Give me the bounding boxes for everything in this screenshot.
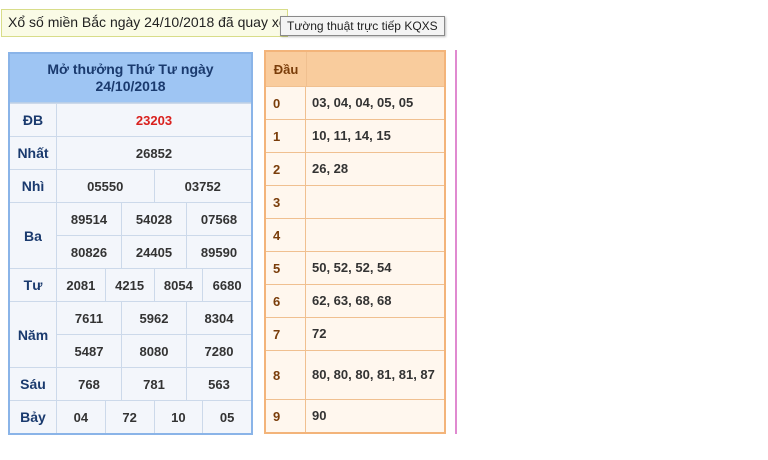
- prize-number: 54028: [121, 203, 186, 235]
- prize-row: ĐB 23203: [10, 103, 251, 136]
- prize-row: Năm 7611 5962 8304 5487 8080 7280: [10, 301, 251, 367]
- dau-row: 4: [266, 218, 444, 251]
- prize-label: Năm: [10, 302, 57, 367]
- dau-header: Đầu: [266, 52, 444, 87]
- dau-row: 7 72: [266, 317, 444, 350]
- prize-label: Nhất: [10, 137, 57, 169]
- prize-number: 781: [121, 368, 186, 400]
- dau-values: [306, 186, 444, 218]
- dau-header-label: Đầu: [266, 52, 307, 86]
- special-prize-number: 23203: [135, 112, 173, 128]
- dau-digit: 8: [266, 351, 306, 399]
- prize-number: 5962: [121, 302, 186, 334]
- divider: [455, 50, 457, 434]
- prize-number: 8304: [186, 302, 251, 334]
- dau-digit: 2: [266, 153, 306, 185]
- dau-values: 90: [312, 408, 327, 423]
- prize-number: 5487: [74, 343, 104, 359]
- status-notice: Xổ số miền Bắc ngày 24/10/2018 đã quay x…: [1, 9, 288, 37]
- dau-digit: 5: [266, 252, 306, 284]
- prize-row: Nhì 05550 03752: [10, 169, 251, 202]
- prize-number: 6680: [202, 269, 251, 301]
- prize-number: 10: [153, 401, 203, 433]
- dau-row: 9 90: [266, 399, 444, 432]
- notice-text: Xổ số miền Bắc ngày 24/10/2018 đã quay x…: [8, 14, 288, 30]
- dau-digit: 0: [266, 87, 306, 119]
- prize-label: Nhì: [10, 170, 57, 202]
- dau-digit: 6: [266, 285, 306, 317]
- prize-row: Nhất 26852: [10, 136, 251, 169]
- tooltip: Tường thuật trực tiếp KQXS: [280, 16, 445, 36]
- prize-number: 26852: [135, 145, 173, 161]
- prize-number: 563: [186, 368, 251, 400]
- prize-number: 2081: [66, 277, 96, 293]
- dau-row: 0 03, 04, 04, 05, 05: [266, 87, 444, 119]
- results-title-line2: 24/10/2018: [95, 78, 166, 94]
- dau-row: 5 50, 52, 52, 54: [266, 251, 444, 284]
- prize-number: 8054: [153, 269, 203, 301]
- tooltip-text: Tường thuật trực tiếp KQXS: [287, 19, 438, 33]
- prize-row: Sáu 768 781 563: [10, 367, 251, 400]
- prize-number: 03752: [153, 170, 252, 202]
- dau-values: 26, 28: [312, 161, 349, 176]
- prize-number: 768: [78, 376, 100, 392]
- prize-number: 89514: [70, 211, 108, 227]
- prize-label: Tư: [10, 269, 57, 301]
- dau-values: [306, 219, 444, 251]
- dau-row: 2 26, 28: [266, 152, 444, 185]
- prize-number: 7280: [186, 335, 251, 367]
- dau-values: 72: [312, 326, 327, 341]
- dau-digit: 1: [266, 120, 306, 152]
- dau-values: 80, 80, 80, 81, 81, 87: [312, 367, 435, 382]
- dau-digit: 7: [266, 318, 306, 350]
- dau-row: 1 10, 11, 14, 15: [266, 119, 444, 152]
- dau-digit: 3: [266, 186, 306, 218]
- prize-number: 04: [73, 409, 89, 425]
- results-title: Mở thưởng Thứ Tư ngày 24/10/2018: [10, 54, 251, 103]
- dau-row: 6 62, 63, 68, 68: [266, 284, 444, 317]
- prize-number: 80826: [70, 244, 108, 260]
- dau-values: 03, 04, 04, 05, 05: [312, 95, 414, 110]
- prize-number: 24405: [121, 236, 186, 268]
- dau-table: Đầu 0 03, 04, 04, 05, 05 1 10, 11, 14, 15 2 2…: [264, 50, 446, 434]
- prize-row: Bảy 04 72 10 05: [10, 400, 251, 433]
- prize-row: Tư 2081 4215 8054 6680: [10, 268, 251, 301]
- dau-digit: 9: [266, 400, 306, 432]
- prize-number: 05: [202, 401, 251, 433]
- prize-number: 07568: [186, 203, 251, 235]
- results-table: Mở thưởng Thứ Tư ngày 24/10/2018 ĐB 23203…: [8, 52, 253, 435]
- prize-number: 89590: [186, 236, 251, 268]
- prize-number: 05550: [87, 178, 124, 194]
- dau-values: 10, 11, 14, 15: [312, 128, 391, 143]
- prize-number: 7611: [74, 310, 104, 326]
- results-title-line1: Mở thưởng Thứ Tư ngày: [47, 61, 214, 77]
- prize-number: 8080: [121, 335, 186, 367]
- dau-values: 62, 63, 68, 68: [312, 293, 392, 308]
- prize-number: 4215: [104, 269, 154, 301]
- dau-row: 8 80, 80, 80, 81, 81, 87: [266, 350, 444, 399]
- dau-row: 3: [266, 185, 444, 218]
- prize-row: Ba 89514 54028 07568 80826 24405 89590: [10, 202, 251, 268]
- dau-digit: 4: [266, 219, 306, 251]
- prize-label: Bảy: [10, 401, 57, 433]
- prize-label: Sáu: [10, 368, 57, 400]
- prize-label: ĐB: [10, 104, 57, 136]
- prize-number: 72: [104, 401, 154, 433]
- dau-values: 50, 52, 52, 54: [312, 260, 392, 275]
- prize-label: Ba: [10, 203, 57, 268]
